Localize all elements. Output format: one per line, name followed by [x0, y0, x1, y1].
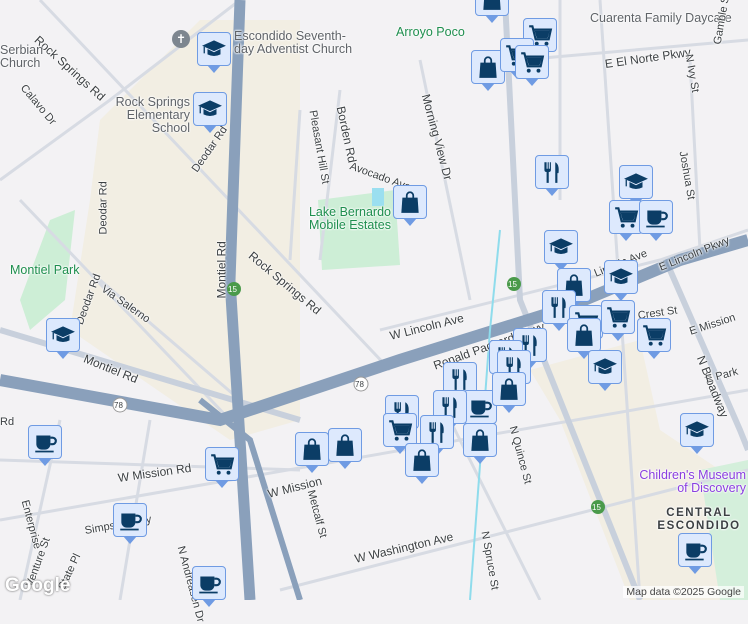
school-icon	[608, 264, 634, 290]
school-icon	[197, 96, 223, 122]
poi-arroyo-poco[interactable]: Arroyo Poco	[396, 26, 465, 39]
grocery-marker[interactable]	[383, 413, 417, 454]
poi-church[interactable]: Escondido Seventh-day Adventist Church	[234, 30, 354, 56]
school-marker[interactable]	[46, 318, 80, 359]
shopping-icon	[571, 322, 597, 348]
hwy-15-label: 15	[228, 285, 237, 294]
school-marker[interactable]	[544, 230, 578, 271]
hwy-78-label: 78	[355, 380, 364, 389]
shopping-icon	[409, 447, 435, 473]
shopping-icon	[496, 376, 522, 402]
school-icon	[592, 354, 618, 380]
shopping-icon	[479, 0, 505, 12]
grocery-icon	[387, 417, 413, 443]
grocery-marker[interactable]	[601, 300, 635, 341]
school-icon	[548, 234, 574, 260]
lake	[372, 188, 384, 206]
district-label: CENTRAL ESCONDIDO	[657, 507, 741, 532]
cafe-marker[interactable]	[192, 566, 226, 607]
cafe-icon	[643, 204, 669, 230]
shopping-marker[interactable]	[463, 423, 497, 464]
street-label: Deodar Rd	[97, 181, 110, 235]
grocery-marker[interactable]	[515, 45, 549, 86]
school-icon	[623, 169, 649, 195]
street-label: Montiel Rd	[214, 241, 229, 299]
church-icon: ✝	[172, 30, 190, 48]
school-icon	[684, 417, 710, 443]
grocery-icon	[605, 304, 631, 330]
cafe-icon	[467, 394, 493, 420]
cafe-marker[interactable]	[113, 503, 147, 544]
school-marker[interactable]	[604, 260, 638, 301]
grocery-marker[interactable]	[205, 447, 239, 488]
grocery-marker[interactable]	[637, 318, 671, 359]
cafe-marker[interactable]	[639, 200, 673, 241]
cafe-icon	[196, 570, 222, 596]
shopping-icon	[397, 189, 423, 215]
poi-rock-springs-school[interactable]: Rock Springs Elementary School	[90, 96, 190, 135]
grocery-icon	[613, 204, 639, 230]
shopping-icon	[467, 427, 493, 453]
poi-serbian-church[interactable]: Serbian Church	[0, 44, 46, 70]
shopping-marker[interactable]	[492, 372, 526, 413]
grocery-marker[interactable]	[609, 200, 643, 241]
shopping-icon	[332, 432, 358, 458]
google-logo: Google	[5, 575, 71, 596]
restaurant-icon	[424, 419, 450, 445]
school-marker[interactable]	[680, 413, 714, 454]
hwy-15-label: 15	[508, 280, 517, 289]
hwy-78-label: 78	[114, 401, 123, 410]
shopping-marker[interactable]	[328, 428, 362, 469]
shopping-marker[interactable]	[475, 0, 509, 23]
shopping-marker[interactable]	[295, 432, 329, 473]
school-icon	[50, 322, 76, 348]
cafe-marker[interactable]	[678, 533, 712, 574]
street-label: Rd	[0, 416, 15, 428]
restaurant-icon	[539, 159, 565, 185]
school-marker[interactable]	[193, 92, 227, 133]
shopping-icon	[299, 436, 325, 462]
restaurant-icon	[447, 366, 473, 392]
grocery-icon	[209, 451, 235, 477]
poi-lake-bernardo[interactable]: Lake Bernardo Mobile Estates	[300, 206, 400, 232]
hwy-15-label: 15	[592, 503, 601, 512]
poi-childrens-museum[interactable]: Children's Museum of Discovery	[626, 469, 746, 495]
shopping-marker[interactable]	[405, 443, 439, 484]
grocery-icon	[519, 49, 545, 75]
school-marker[interactable]	[197, 32, 231, 73]
school-marker[interactable]	[619, 165, 653, 206]
shopping-marker[interactable]	[567, 318, 601, 359]
shopping-icon	[475, 54, 501, 80]
restaurant-marker[interactable]	[535, 155, 569, 196]
school-icon	[201, 36, 227, 62]
map-attribution[interactable]: Map data ©2025 Google	[623, 586, 744, 598]
shopping-marker[interactable]	[393, 185, 427, 226]
cafe-icon	[682, 537, 708, 563]
grocery-icon	[641, 322, 667, 348]
cafe-icon	[117, 507, 143, 533]
cafe-marker[interactable]	[28, 425, 62, 466]
poi-montiel-park[interactable]: Montiel Park	[10, 264, 79, 277]
school-marker[interactable]	[588, 350, 622, 391]
cafe-icon	[32, 429, 58, 455]
